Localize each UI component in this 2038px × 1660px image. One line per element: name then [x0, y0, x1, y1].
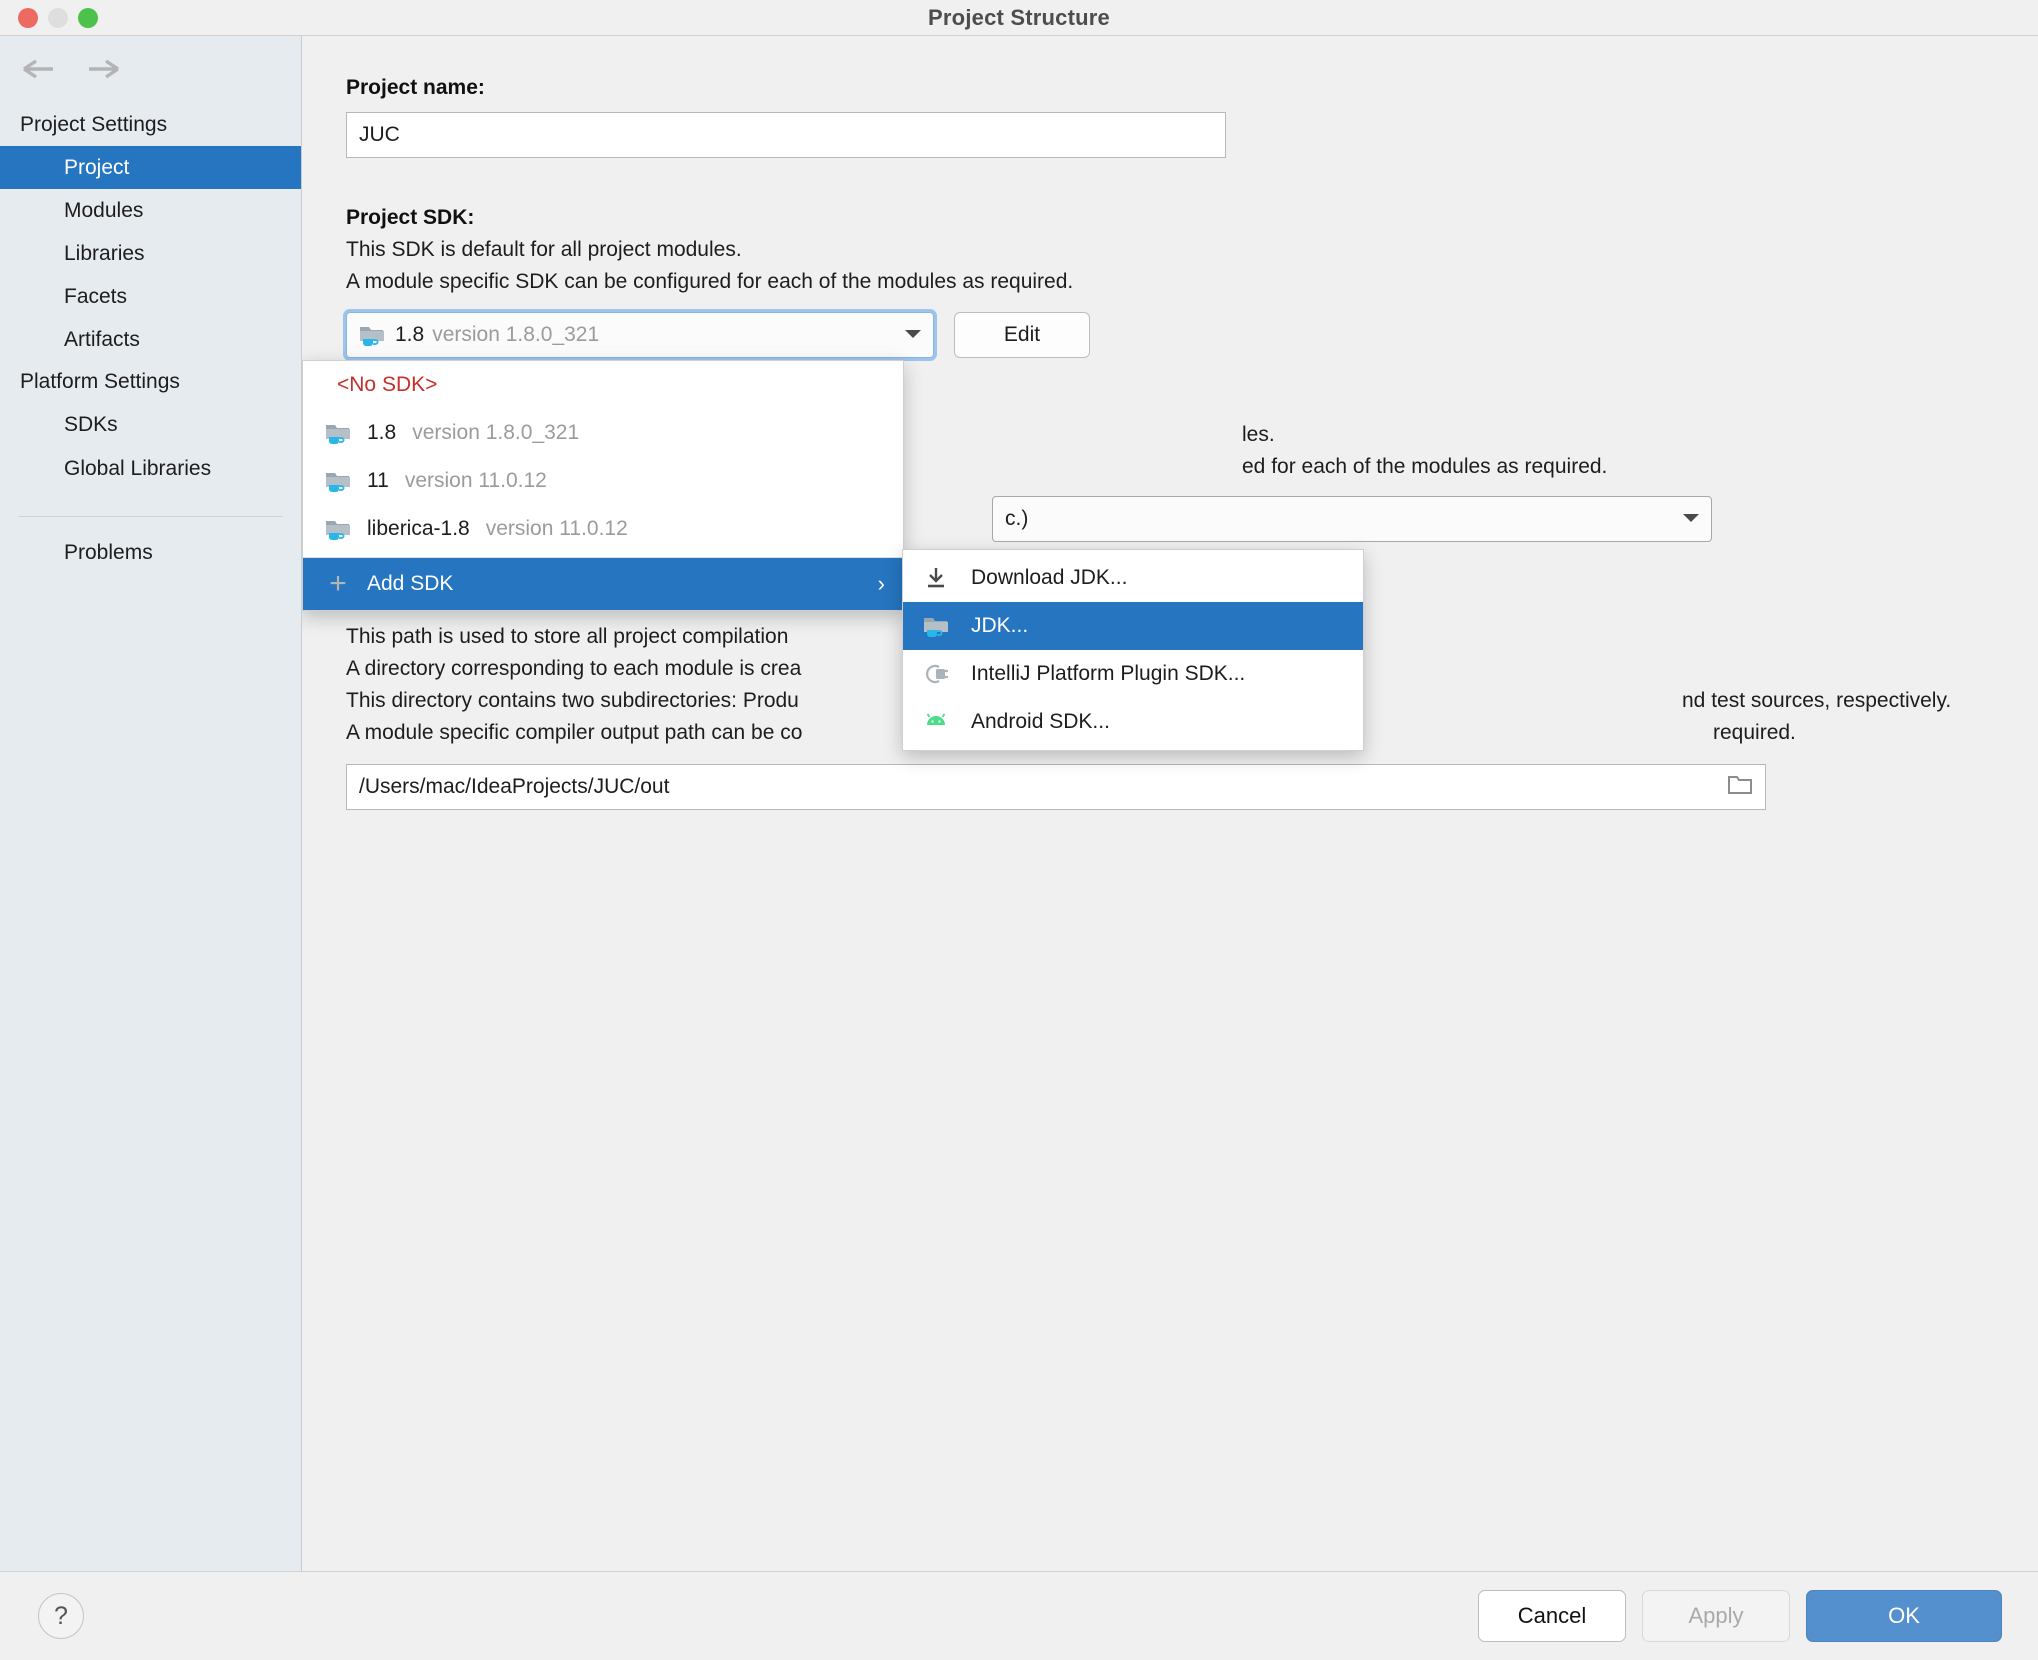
chevron-down-icon: [1681, 507, 1701, 531]
sidebar-item-artifacts[interactable]: Artifacts: [0, 318, 301, 361]
sdk-option-liberica-version: version 11.0.12: [485, 517, 628, 540]
project-structure-window: Project Structure Project Settings Proje…: [0, 0, 2038, 1660]
sdk-option-add-sdk-label: Add SDK: [367, 572, 454, 595]
sidebar-item-project[interactable]: Project: [0, 146, 301, 190]
project-sdk-combobox-version: version 1.8.0_321: [432, 323, 600, 346]
add-sdk-submenu: Download JDK... JDK... IntelliJ Platform…: [902, 549, 1364, 751]
sdk-option-liberica-1-8[interactable]: liberica-1.8 version 11.0.12: [303, 505, 903, 553]
language-level-desc-tail-2: ed for each of the modules as required.: [1242, 455, 1608, 478]
sidebar-item-modules[interactable]: Modules: [0, 189, 301, 232]
project-sdk-combobox-name: 1.8: [395, 323, 425, 346]
project-name-label: Project name:: [346, 76, 485, 99]
project-language-level-combobox[interactable]: c.): [992, 496, 1712, 542]
project-sdk-label: Project SDK:: [346, 206, 475, 229]
edit-sdk-button[interactable]: Edit: [954, 312, 1090, 358]
sdk-option-1-8-version: version 1.8.0_321: [412, 421, 580, 444]
submenu-item-intellij-platform-plugin-sdk[interactable]: IntelliJ Platform Plugin SDK...: [903, 650, 1363, 698]
sdk-option-1-8-name: 1.8: [367, 421, 397, 444]
ok-button[interactable]: OK: [1806, 1590, 2002, 1642]
help-button[interactable]: ?: [38, 1593, 84, 1639]
sdk-dropdown-popup: <No SDK> 1.8 version 1.8.0_321 11 versio…: [302, 360, 904, 611]
navigation-bar: [0, 48, 301, 104]
download-icon: [923, 565, 949, 591]
compiler-desc-line-2: A directory corresponding to each module…: [346, 657, 802, 680]
submenu-item-download-jdk-label: Download JDK...: [971, 566, 1128, 589]
submenu-item-download-jdk[interactable]: Download JDK...: [903, 554, 1363, 602]
sidebar-item-problems[interactable]: Problems: [0, 531, 301, 574]
project-sdk-desc-line-1: This SDK is default for all project modu…: [346, 238, 742, 261]
sidebar-group-project-settings: Project Settings: [20, 113, 168, 136]
sdk-option-11-name: 11: [367, 469, 389, 492]
chevron-down-icon: [903, 323, 923, 347]
arrow-left-icon[interactable]: [22, 56, 56, 82]
sidebar-item-facets[interactable]: Facets: [0, 275, 301, 318]
compiler-desc-line-4-right: required.: [1713, 721, 1796, 744]
compiler-desc-line-4-left: A module specific compiler output path c…: [346, 721, 803, 744]
sidebar-divider: [18, 515, 283, 517]
submenu-item-jdk-label: JDK...: [971, 614, 1029, 637]
apply-button[interactable]: Apply: [1642, 1590, 1790, 1642]
project-sdk-desc-line-2: A module specific SDK can be configured …: [346, 270, 1074, 293]
chevron-right-icon: ›: [877, 571, 885, 596]
footer-buttons: Cancel Apply OK: [1478, 1590, 2002, 1642]
compiler-output-path-input[interactable]: /Users/mac/IdeaProjects/JUC/out: [346, 764, 1766, 810]
folder-java-icon: [359, 322, 385, 348]
language-level-desc-tail-1: les.: [1242, 423, 1275, 446]
plugin-icon: [923, 661, 949, 687]
window-title: Project Structure: [928, 4, 1110, 30]
sidebar-item-sdks[interactable]: SDKs: [0, 403, 301, 446]
submenu-item-android-sdk-label: Android SDK...: [971, 710, 1110, 733]
window-body: Project Settings Project Modules Librari…: [0, 36, 2038, 1572]
sdk-option-11-version: version 11.0.12: [404, 469, 547, 492]
sidebar-item-libraries[interactable]: Libraries: [0, 232, 301, 275]
compiler-desc-line-1: This path is used to store all project c…: [346, 625, 789, 648]
arrow-right-icon[interactable]: [86, 56, 120, 82]
folder-icon[interactable]: [1727, 774, 1753, 800]
sidebar: Project Settings Project Modules Librari…: [0, 36, 302, 1571]
folder-java-icon: [325, 468, 351, 494]
sdk-option-add-sdk[interactable]: + Add SDK ›: [303, 558, 903, 610]
compiler-desc-line-3-left: This directory contains two subdirectori…: [346, 689, 799, 712]
submenu-item-jdk[interactable]: JDK...: [903, 602, 1363, 650]
sdk-option-liberica-name: liberica-1.8: [367, 517, 470, 540]
folder-java-icon: [923, 613, 949, 639]
footer: ? Cancel Apply OK: [0, 1572, 2038, 1660]
submenu-item-intellij-plugin-label: IntelliJ Platform Plugin SDK...: [971, 662, 1246, 685]
project-sdk-combobox[interactable]: 1.8 version 1.8.0_321: [343, 309, 937, 361]
project-language-level-value: c.): [1005, 507, 1029, 530]
android-icon: [923, 709, 949, 735]
project-name-input[interactable]: JUC: [346, 112, 1226, 158]
folder-java-icon: [325, 420, 351, 446]
folder-java-icon: [325, 516, 351, 542]
sidebar-group-platform-settings: Platform Settings: [20, 370, 180, 394]
cancel-button[interactable]: Cancel: [1478, 1590, 1626, 1642]
compiler-output-path-value: /Users/mac/IdeaProjects/JUC/out: [359, 775, 670, 798]
main-panel: Project name: JUC Project SDK: This SDK …: [302, 36, 2038, 1571]
sdk-option-no-sdk-label: <No SDK>: [337, 373, 438, 396]
compiler-desc-line-3-right: nd test sources, respectively.: [1682, 689, 1952, 712]
sdk-option-no-sdk[interactable]: <No SDK>: [303, 361, 903, 409]
sdk-option-1-8[interactable]: 1.8 version 1.8.0_321: [303, 409, 903, 457]
submenu-item-android-sdk[interactable]: Android SDK...: [903, 698, 1363, 746]
sidebar-item-global-libraries[interactable]: Global Libraries: [0, 447, 301, 490]
sdk-option-11[interactable]: 11 version 11.0.12: [303, 457, 903, 505]
titlebar: Project Structure: [0, 0, 2038, 36]
